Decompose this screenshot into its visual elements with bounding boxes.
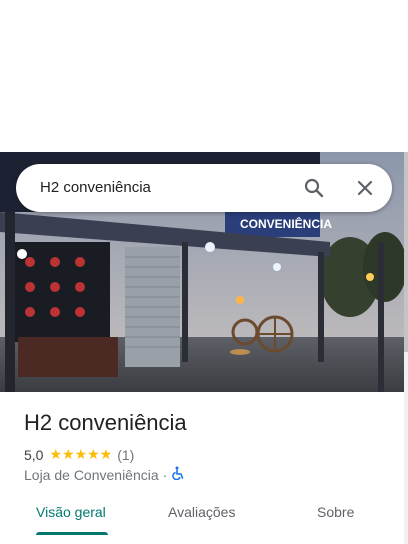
rating-row[interactable]: 5,0 ★★★★★ (1)	[24, 446, 134, 463]
sign-text: CONVENIÊNCIA	[240, 216, 332, 231]
tab-reviews[interactable]: Avaliações	[168, 504, 235, 520]
close-icon[interactable]	[353, 176, 377, 200]
place-title: H2 conveniência	[24, 410, 187, 435]
search-input[interactable]: H2 conveniência	[40, 179, 151, 196]
scrollbar[interactable]	[404, 152, 408, 544]
active-tab-indicator	[36, 532, 108, 535]
wheelchair-accessible-icon	[171, 466, 185, 483]
search-icon[interactable]	[302, 176, 326, 200]
search-bar[interactable]: H2 conveniência	[16, 164, 392, 212]
category-label[interactable]: Loja de Conveniência	[24, 467, 159, 483]
tab-bar: Visão geral Avaliações Sobre	[0, 492, 404, 536]
separator-dot: ·	[162, 466, 168, 483]
review-count[interactable]: (1)	[117, 447, 134, 463]
scrollbar-thumb[interactable]	[404, 152, 408, 352]
blank-area	[0, 0, 408, 152]
rating-value: 5,0	[24, 446, 44, 463]
tab-overview[interactable]: Visão geral	[36, 504, 106, 520]
category-row: Loja de Conveniência ·	[24, 466, 185, 483]
star-rating-icon: ★★★★★	[49, 446, 113, 462]
tab-about[interactable]: Sobre	[317, 504, 354, 520]
place-info-panel: H2 conveniência 5,0 ★★★★★ (1) Loja de Co…	[0, 392, 404, 544]
